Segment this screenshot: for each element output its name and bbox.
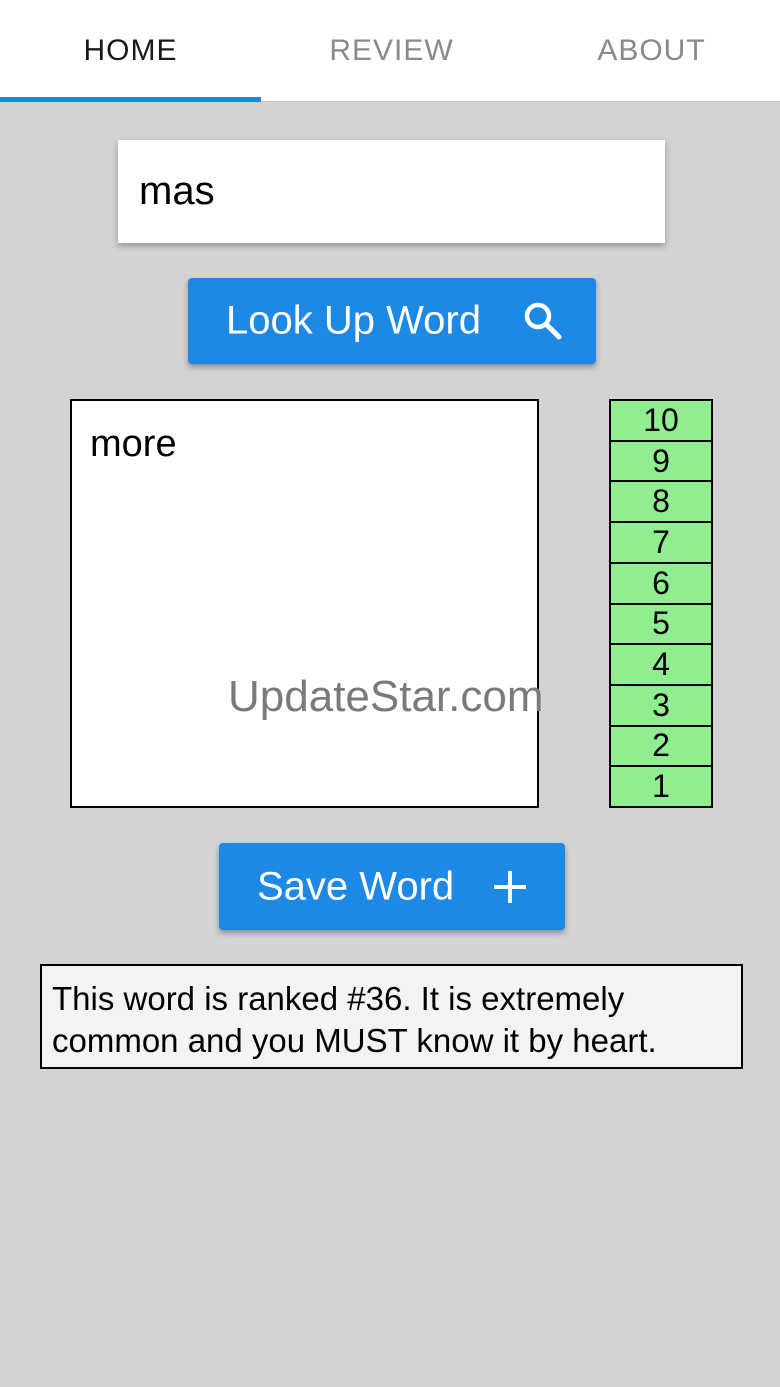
save-word-label: Save Word <box>257 864 455 908</box>
tab-bar: HOME REVIEW ABOUT <box>0 0 780 102</box>
rank-option-7[interactable]: 7 <box>611 521 711 562</box>
tab-home-label: HOME <box>83 34 178 67</box>
search-icon <box>522 300 564 342</box>
rank-option-1[interactable]: 1 <box>611 765 711 806</box>
rank-option-6[interactable]: 6 <box>611 561 711 603</box>
rank-option-4[interactable]: 4 <box>611 643 711 684</box>
save-word-button[interactable]: Save Word <box>219 843 565 930</box>
rank-option-2[interactable]: 2 <box>611 724 711 766</box>
rank-option-9[interactable]: 9 <box>611 439 711 481</box>
rank-option-10[interactable]: 10 <box>611 401 711 440</box>
tab-about[interactable]: ABOUT <box>521 0 780 102</box>
definition-text-area[interactable]: more <box>70 399 539 808</box>
look-up-word-button[interactable]: Look Up Word <box>188 278 596 364</box>
rank-option-8[interactable]: 8 <box>611 480 711 521</box>
word-search-input[interactable] <box>118 140 665 243</box>
rank-selector: 10 9 8 7 6 5 4 3 2 1 <box>609 399 713 808</box>
tab-about-label: ABOUT <box>597 34 706 67</box>
rank-message: This word is ranked #36. It is extremely… <box>40 964 743 1069</box>
tab-review[interactable]: REVIEW <box>261 0 522 102</box>
rank-option-5[interactable]: 5 <box>611 602 711 644</box>
look-up-word-label: Look Up Word <box>226 298 481 343</box>
tab-home[interactable]: HOME <box>0 0 261 102</box>
rank-option-3[interactable]: 3 <box>611 683 711 725</box>
tab-review-label: REVIEW <box>329 34 454 67</box>
plus-icon <box>492 869 528 905</box>
active-tab-indicator <box>0 97 261 102</box>
